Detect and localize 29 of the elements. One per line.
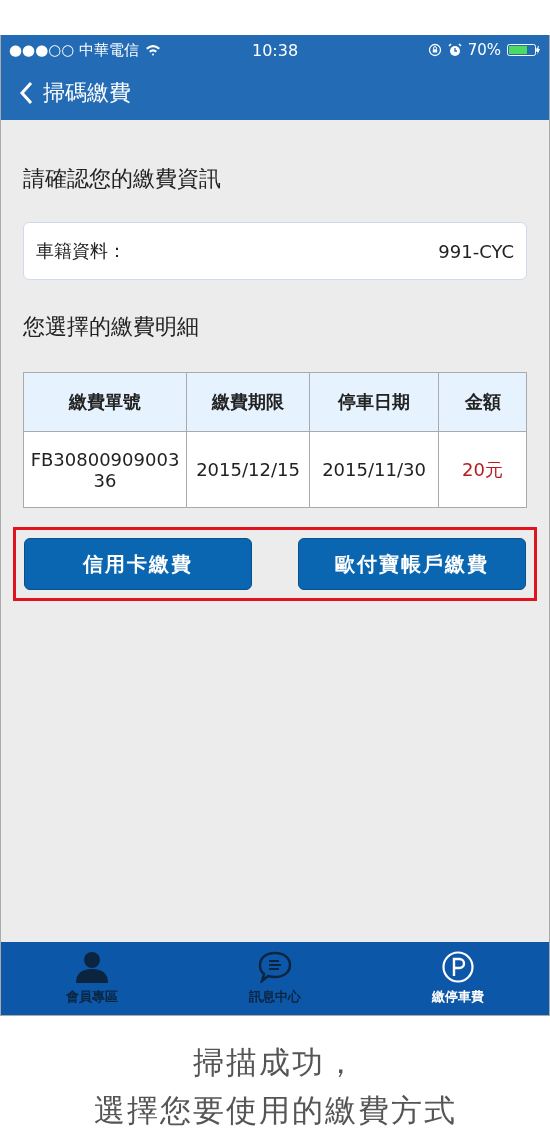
battery-icon (507, 43, 541, 57)
payment-button[interactable]: 歐付寶帳戶繳費 (298, 538, 526, 590)
table-cell: 20元 (438, 431, 527, 508)
page-title: 掃碼繳費 (43, 78, 131, 107)
wifi-icon (145, 44, 162, 56)
column-header: 停車日期 (309, 372, 439, 432)
field-value: 991-CYC (438, 240, 514, 262)
column-header: 繳費期限 (186, 372, 310, 432)
alarm-icon (447, 43, 462, 57)
section-heading: 您選擇的繳費明細 (23, 313, 200, 341)
column-header: 金額 (438, 372, 527, 432)
caption-text: 掃描成功， (191, 1043, 359, 1082)
person-icon (75, 951, 110, 983)
parking-icon (440, 951, 475, 983)
status-time: 10:38 (251, 40, 299, 60)
carrier-text: ●●●○○ 中華電信 (9, 40, 140, 60)
tab-item[interactable]: 繳停車費 (366, 942, 549, 1015)
chat-icon (258, 951, 292, 983)
rotation-lock-icon (427, 43, 442, 57)
battery-percent: 70% (467, 41, 501, 59)
table-cell: 2015/11/30 (309, 431, 439, 508)
payment-button[interactable]: 信用卡繳費 (24, 538, 252, 590)
back-icon[interactable] (19, 80, 33, 105)
section-heading: 請確認您的繳費資訊 (23, 165, 222, 193)
table-cell: 2015/12/15 (186, 431, 310, 508)
column-header: 繳費單號 (23, 372, 187, 432)
caption-text: 選擇您要使用的繳費方式 (92, 1091, 458, 1130)
field-label: 車籍資料： (36, 239, 126, 263)
table-cell: FB30800909003 36 (23, 431, 187, 508)
